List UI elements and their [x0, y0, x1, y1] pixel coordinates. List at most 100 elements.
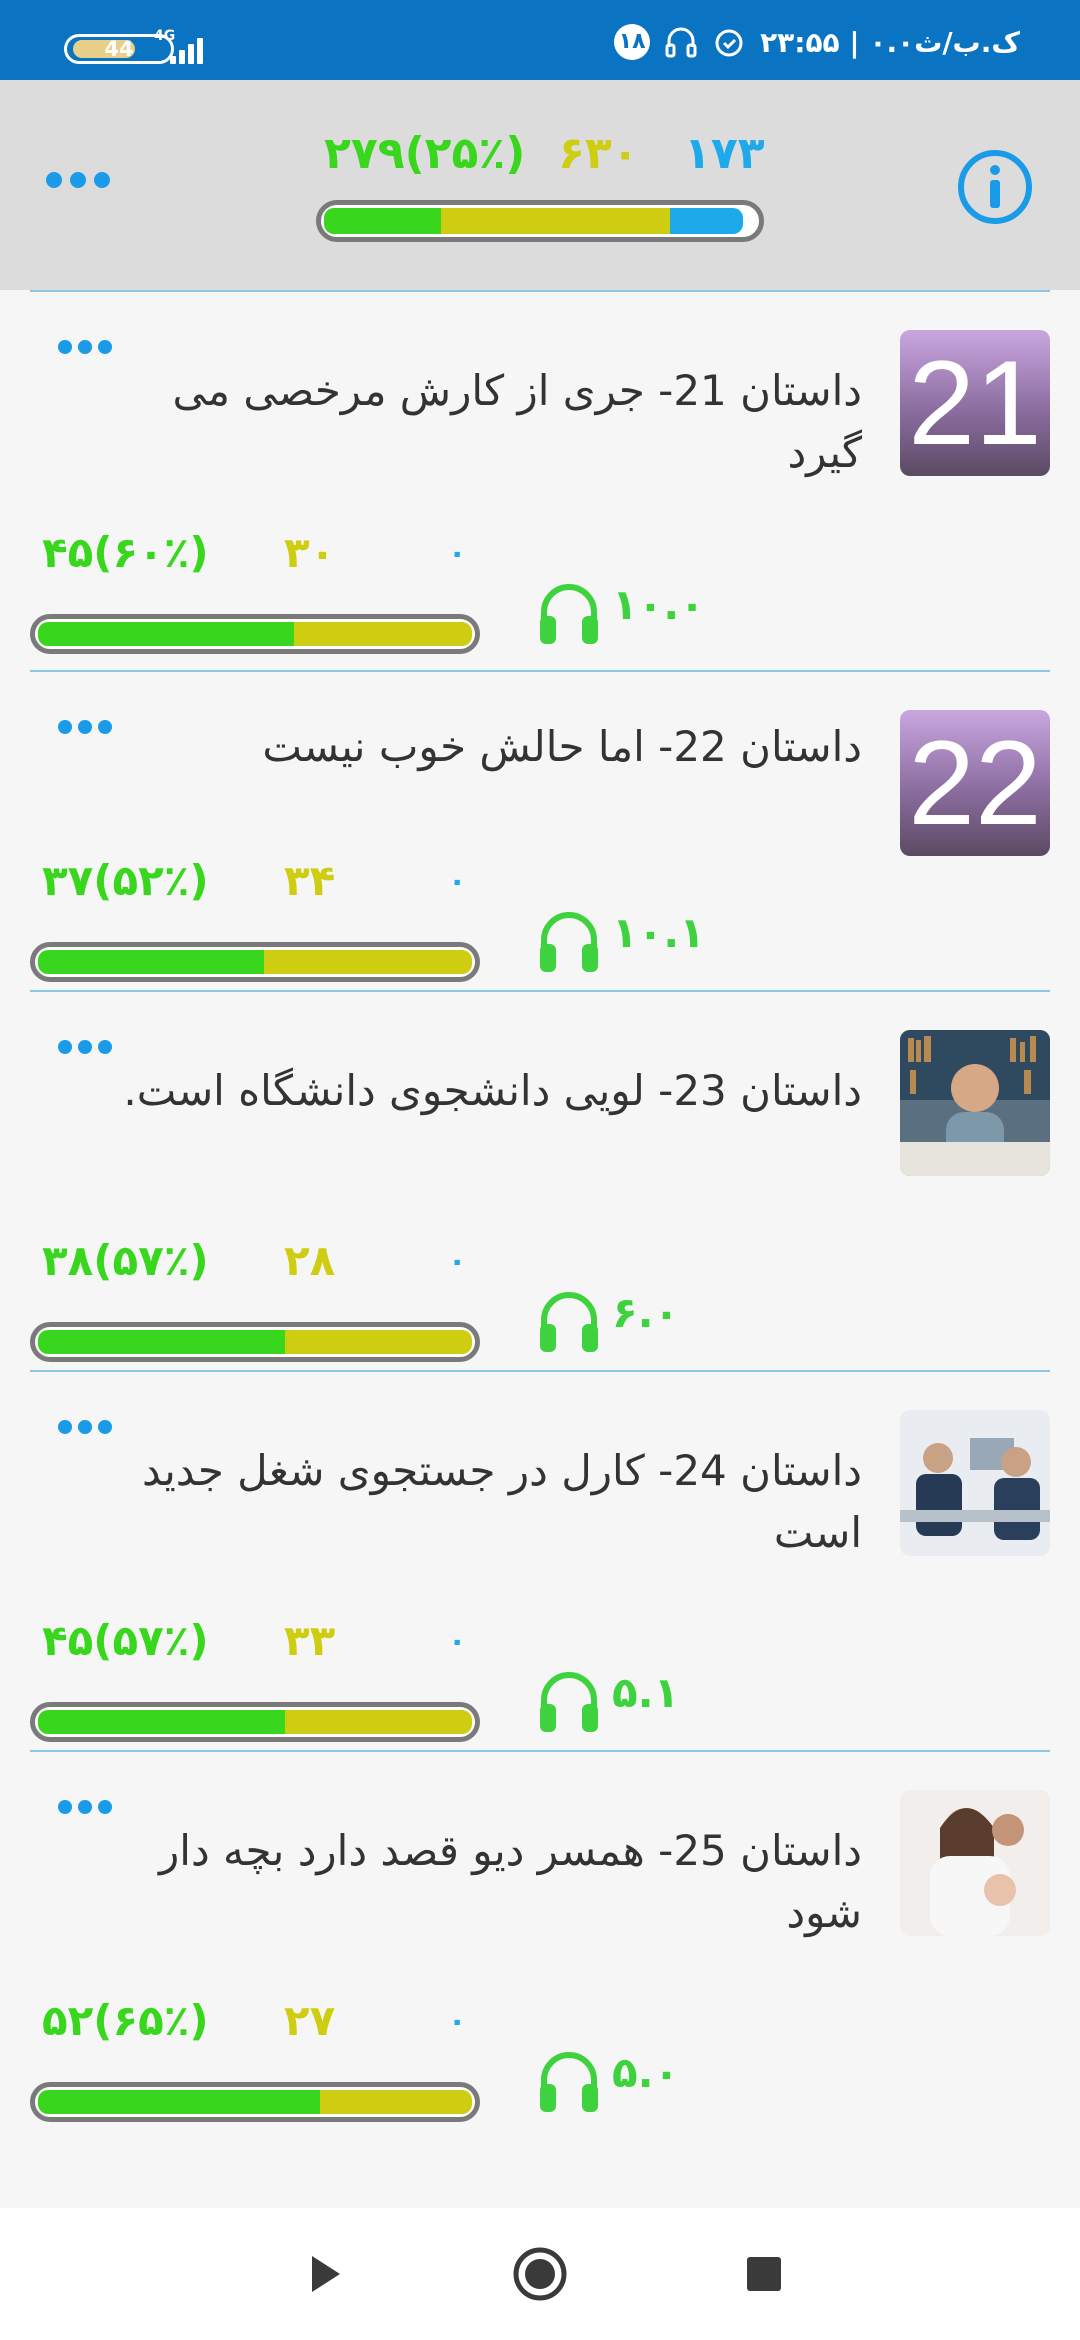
progress-learning — [285, 1710, 472, 1734]
story-title: داستان 23- لویی دانشجوی دانشگاه است. — [123, 1066, 862, 1115]
progress-learned — [38, 950, 264, 974]
progress-learning — [263, 950, 472, 974]
progress-learned — [38, 1710, 286, 1734]
header: ۲۷۹(۲۵٪) ۶۳۰ ۱۷۳ — [0, 80, 1080, 290]
story-progress-bar — [30, 614, 480, 654]
story-stats: ۳۸(۵۷٪) ۲۸ ۰ — [30, 1236, 490, 1292]
more-dot — [98, 1420, 112, 1434]
story-more-button[interactable] — [58, 1800, 112, 1814]
story-title: داستان 21- جری از کارش مرخصی می گیرد — [172, 366, 862, 477]
back-nav-icon[interactable] — [294, 2244, 354, 2304]
headphones-icon[interactable] — [536, 580, 602, 646]
progress-learned — [324, 208, 441, 234]
story-more-button[interactable] — [58, 1040, 112, 1054]
notification-count: ۱۸ — [614, 24, 651, 60]
progress-learning — [440, 208, 670, 234]
signal-icon — [170, 32, 210, 64]
home-nav-icon[interactable] — [510, 2244, 570, 2304]
more-dot — [78, 1800, 92, 1814]
progress-learning — [285, 1330, 472, 1354]
story-learning: ۲۸ — [284, 1236, 336, 1285]
story-progress-bar — [30, 2082, 480, 2122]
story-item[interactable]: داستان 23- لویی دانشجوی دانشگاه است. ۳۸(۵… — [0, 992, 1080, 1370]
progress-new — [669, 208, 744, 234]
headphones-icon[interactable] — [536, 908, 602, 974]
total-new: ۱۷۳ — [684, 128, 765, 179]
story-item[interactable]: 22 داستان 22- اما حالش خوب نیست ۳۷(۵۲٪) ۳۴ ۰… — [0, 672, 1080, 990]
story-item[interactable]: 21 داستان 21- جری از کارش مرخصی می گیرد ۴۵… — [0, 292, 1080, 670]
story-title: داستان 24- کارل در جستجوی شغل جدید است — [142, 1446, 862, 1557]
more-button[interactable] — [46, 172, 110, 188]
story-progress-bar — [30, 1702, 480, 1742]
story-learned: ۵۲(۶۵٪) — [42, 1996, 209, 2045]
more-dot — [78, 1040, 92, 1054]
story-learning: ۳۴ — [284, 856, 336, 905]
story-thumbnail — [900, 1790, 1050, 1936]
story-learned: ۳۸(۵۷٪) — [42, 1236, 209, 1285]
more-dot — [94, 172, 110, 188]
total-stats: ۲۷۹(۲۵٪) ۶۳۰ ۱۷۳ — [320, 128, 765, 184]
story-number-thumbnail: 21 — [900, 330, 1050, 476]
headphones-icon[interactable] — [536, 1288, 602, 1354]
more-dot — [58, 1800, 72, 1814]
story-duration: ۵.۱ — [612, 1668, 680, 1717]
story-stats: ۳۷(۵۲٪) ۳۴ ۰ — [30, 856, 490, 912]
more-dot — [78, 720, 92, 734]
more-dot — [58, 1040, 72, 1054]
progress-learning — [320, 2090, 472, 2114]
story-new: ۰ — [448, 1624, 467, 1659]
headphones-icon[interactable] — [536, 1668, 602, 1734]
story-stats: ۴۵(۶۰٪) ۳۰ ۰ — [30, 528, 490, 584]
more-dot — [70, 172, 86, 188]
story-title: داستان 22- اما حالش خوب نیست — [262, 722, 862, 771]
story-new: ۰ — [448, 536, 467, 571]
progress-learned — [38, 622, 295, 646]
clock: ۲۳:۵۵ | ۰.۰ک.ب/ث — [760, 25, 1020, 59]
story-stats: ۵۲(۶۵٪) ۲۷ ۰ — [30, 1996, 490, 2052]
progress-learned — [38, 1330, 286, 1354]
more-dot — [58, 340, 72, 354]
story-more-button[interactable] — [58, 340, 112, 354]
story-progress-bar — [30, 942, 480, 982]
story-learned: ۳۷(۵۲٪) — [42, 856, 209, 905]
more-dot — [78, 340, 92, 354]
status-right: ۱۸ ۲۳:۵۵ | ۰.۰ک.ب/ث — [614, 22, 1020, 62]
story-progress-bar — [30, 1322, 480, 1362]
story-learning: ۳۳ — [284, 1616, 336, 1665]
headset-icon — [665, 27, 697, 58]
story-thumbnail — [900, 1030, 1050, 1176]
story-learning: ۳۰ — [284, 528, 336, 577]
story-title: داستان 25- همسر دیو قصد دارد بچه دار شود — [159, 1826, 862, 1937]
story-duration: ۵.۰ — [612, 2048, 680, 2097]
more-dot — [58, 1420, 72, 1434]
total-learned: ۲۷۹(۲۵٪) — [324, 128, 526, 179]
recents-nav-icon[interactable] — [734, 2244, 794, 2304]
status-bar: 44 4G ۱۸ ۲۳:۵۵ | ۰.۰ک.ب/ث — [0, 0, 1080, 80]
story-learned: ۴۵(۶۰٪) — [42, 528, 209, 577]
story-new: ۰ — [448, 2004, 467, 2039]
total-progress-bar — [316, 200, 764, 242]
more-dot — [98, 340, 112, 354]
story-learned: ۴۵(۵۷٪) — [42, 1616, 209, 1665]
story-item[interactable]: داستان 25- همسر دیو قصد دارد بچه دار شود… — [0, 1752, 1080, 2130]
total-learning: ۶۳۰ — [558, 128, 639, 179]
progress-learning — [294, 622, 472, 646]
progress-learned — [38, 2090, 321, 2114]
navigation-bar — [0, 2208, 1080, 2340]
story-duration: ۱۰.۱ — [612, 908, 705, 957]
more-dot — [46, 172, 62, 188]
alarm-icon — [715, 29, 743, 57]
info-icon[interactable] — [956, 148, 1034, 226]
story-new: ۰ — [448, 1244, 467, 1279]
more-dot — [98, 1800, 112, 1814]
story-item[interactable]: داستان 24- کارل در جستجوی شغل جدید است ۴۵… — [0, 1372, 1080, 1750]
story-new: ۰ — [448, 864, 467, 899]
more-dot — [58, 720, 72, 734]
story-thumbnail — [900, 1410, 1050, 1556]
more-dot — [78, 1420, 92, 1434]
more-dot — [98, 1040, 112, 1054]
story-more-button[interactable] — [58, 1420, 112, 1434]
story-duration: ۶.۰ — [612, 1288, 680, 1337]
story-stats: ۴۵(۵۷٪) ۳۳ ۰ — [30, 1616, 490, 1672]
headphones-icon[interactable] — [536, 2048, 602, 2114]
